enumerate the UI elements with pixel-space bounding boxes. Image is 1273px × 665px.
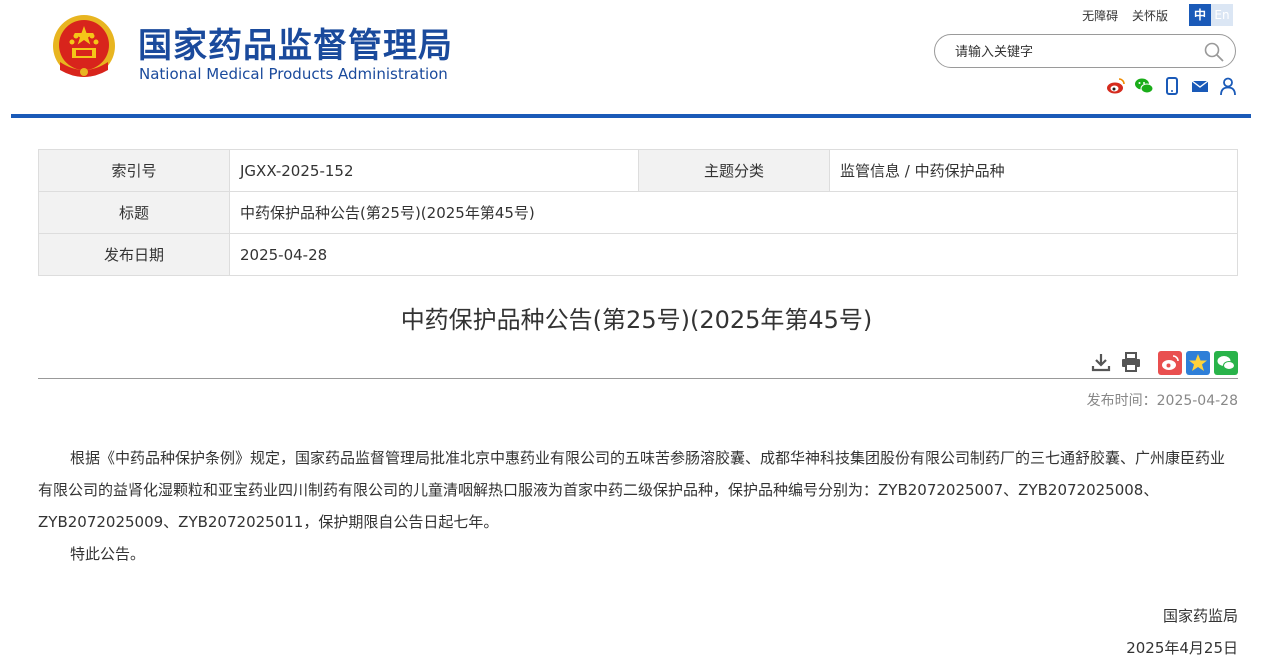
wechat-share-icon[interactable] xyxy=(1214,351,1238,379)
title-divider xyxy=(38,378,1238,379)
search-icon[interactable] xyxy=(1203,41,1225,63)
search-input[interactable] xyxy=(953,41,1197,63)
language-switch: 中 En xyxy=(1189,4,1233,26)
qzone-share-icon[interactable] xyxy=(1186,351,1210,379)
table-row: 发布日期 2025-04-28 xyxy=(38,233,1238,276)
mail-icon[interactable] xyxy=(1190,76,1210,96)
accessibility-link[interactable]: 无障碍 xyxy=(1082,9,1118,23)
category-value: 监管信息 / 中药保护品种 xyxy=(829,149,1238,192)
weibo-icon[interactable] xyxy=(1106,76,1126,96)
care-mode-link[interactable]: 关怀版 xyxy=(1132,9,1168,23)
social-links xyxy=(1106,76,1238,96)
mobile-icon[interactable] xyxy=(1162,76,1182,96)
table-row: 标题 中药保护品种公告(第25号)(2025年第45号) xyxy=(38,191,1238,234)
signature-date: 2025年4月25日 xyxy=(1126,639,1238,657)
search-box xyxy=(934,34,1236,68)
download-icon[interactable] xyxy=(1090,351,1112,379)
date-value: 2025-04-28 xyxy=(229,233,1238,276)
table-row: 索引号 JGXX-2025-152 主题分类 监管信息 / 中药保护品种 xyxy=(38,149,1238,192)
category-label: 主题分类 xyxy=(638,149,830,192)
site-title-en[interactable]: National Medical Products Administration xyxy=(139,65,448,83)
publish-time: 发布时间：2025-04-28 xyxy=(1086,393,1238,409)
article-tools xyxy=(1090,351,1238,379)
signature-org: 国家药监局 xyxy=(1162,607,1238,625)
metadata-table: 索引号 JGXX-2025-152 主题分类 监管信息 / 中药保护品种 标题 … xyxy=(38,149,1238,276)
header-links: 无障碍 关怀版 xyxy=(1072,7,1168,24)
user-icon[interactable] xyxy=(1218,76,1238,96)
site-title-cn[interactable]: 国家药品监督管理局 xyxy=(138,18,453,67)
weibo-share-icon[interactable] xyxy=(1158,351,1182,379)
article-paragraph: 特此公告。 xyxy=(70,545,146,563)
article-paragraph: 根据《中药品种保护条例》规定，国家药品监督管理局批准北京中惠药业有限公司的五味苦… xyxy=(38,449,1226,531)
article-body: 根据《中药品种保护条例》规定，国家药品监督管理局批准北京中惠药业有限公司的五味苦… xyxy=(38,442,1238,570)
lang-en-button[interactable]: En xyxy=(1211,4,1233,26)
index-label: 索引号 xyxy=(38,149,230,192)
article-title: 中药保护品种公告(第25号)(2025年第45号) xyxy=(400,306,873,334)
title-value: 中药保护品种公告(第25号)(2025年第45号) xyxy=(229,191,1238,234)
header-divider xyxy=(11,114,1251,118)
print-icon[interactable] xyxy=(1120,351,1142,379)
lang-zh-button[interactable]: 中 xyxy=(1189,4,1211,26)
wechat-icon[interactable] xyxy=(1134,76,1154,96)
national-emblem-logo xyxy=(53,15,115,77)
index-value: JGXX-2025-152 xyxy=(229,149,639,192)
date-label: 发布日期 xyxy=(38,233,230,276)
title-label: 标题 xyxy=(38,191,230,234)
